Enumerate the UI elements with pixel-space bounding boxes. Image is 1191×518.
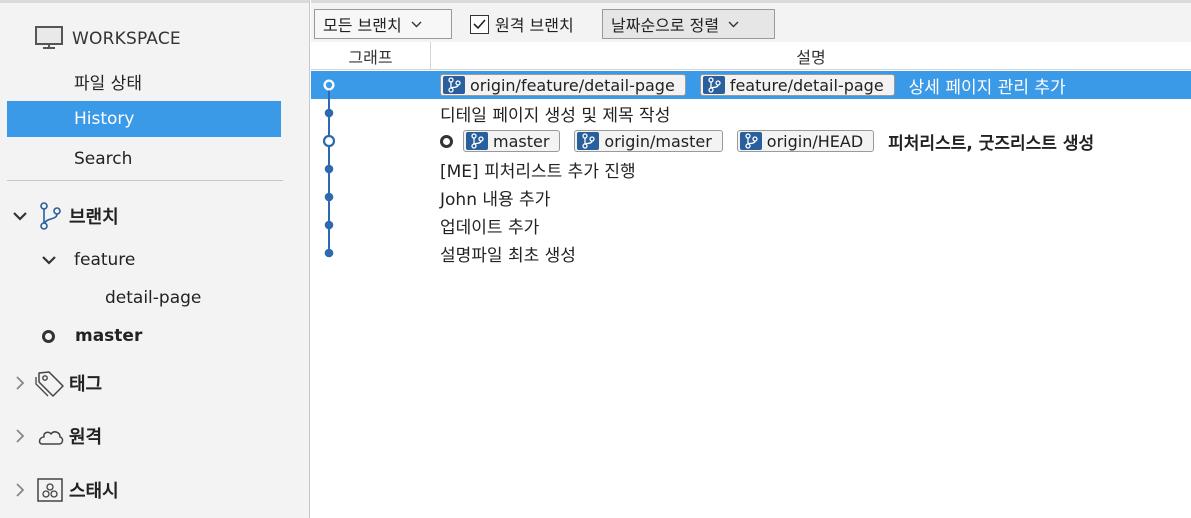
stash-icon [35,475,65,505]
commit-row[interactable]: 업데이트 추가 [311,211,1191,239]
commit-message: John 내용 추가 [440,189,551,210]
section-label: 원격 [69,427,103,448]
commit-message: [ME] 피처리스트 추가 진행 [440,161,636,182]
section-tags[interactable]: 태그 [0,365,102,401]
sidebar-item-file-status[interactable]: 파일 상태 [7,63,281,99]
commit-description: origin/feature/detail-page feature/detail… [440,71,1066,99]
commit-description: 디테일 페이지 생성 및 제목 작성 [440,99,670,127]
commit-row[interactable]: master origin/master origin/HEAD 피처리스트, 굿즈리… [311,127,1191,155]
graph-node [322,134,336,148]
branch-badge-label: origin/feature/detail-page [470,75,675,95]
commit-message: 업데이트 추가 [440,217,540,238]
section-branches[interactable]: 브랜치 [0,198,119,234]
sort-order-value: 날짜순으로 정렬 [611,16,720,35]
branch-icon [577,132,600,150]
section-label: 태그 [69,374,103,395]
commit-description: 업데이트 추가 [440,211,539,239]
branch-item-master[interactable]: master [0,318,142,354]
branch-icon [466,132,488,150]
branch-badge-label: origin/HEAD [766,131,864,151]
branch-badge[interactable]: feature/detail-page [699,74,895,96]
branch-item-detail-page[interactable]: detail-page [0,280,201,316]
tag-icon [35,368,65,398]
commit-message: 피처리스트, 굿즈리스트 생성 [888,133,1095,154]
branch-badge-label: origin/master [604,131,712,151]
branch-icon [739,132,762,150]
column-header-graph[interactable]: 그래프 [311,42,431,70]
sort-order-select[interactable]: 날짜순으로 정렬 [602,9,775,39]
chevron-right-icon[interactable] [11,427,29,445]
graph-node [324,192,334,202]
chevron-down-icon [411,21,422,28]
commit-row[interactable]: 디테일 페이지 생성 및 제목 작성 [311,99,1191,127]
branch-icon [702,76,725,94]
branch-label: detail-page [105,288,202,308]
section-stashes[interactable]: 스태시 [0,472,119,508]
commit-row[interactable]: [ME] 피처리스트 추가 진행 [311,155,1191,183]
branch-badge[interactable]: origin/HEAD [736,130,875,152]
workspace-header: WORKSPACE [34,21,181,57]
commit-message: 설명파일 최초 생성 [440,245,576,266]
chevron-down-icon[interactable] [11,207,29,225]
chevron-down-icon[interactable] [40,251,58,269]
commit-description: [ME] 피처리스트 추가 진행 [440,155,636,183]
graph-node [324,220,334,230]
branch-badge[interactable]: origin/master [574,130,723,152]
remote-branches-toggle[interactable]: 원격 브랜치 [470,11,574,37]
remote-branches-checkbox[interactable] [470,14,489,34]
commit-message: 디테일 페이지 생성 및 제목 작성 [440,105,671,126]
commit-graph [322,79,336,258]
column-headers: 그래프 설명 [311,42,1191,70]
sidebar: WORKSPACE 파일 상태 History Search 브랜치 featu… [0,0,310,518]
commit-row[interactable]: John 내용 추가 [311,183,1191,211]
branch-filter-select[interactable]: 모든 브랜치 [314,9,452,39]
current-head-icon [440,134,453,148]
remote-branches-label: 원격 브랜치 [495,16,574,35]
column-header-label: 설명 [796,48,826,67]
chevron-right-icon[interactable] [11,481,29,499]
column-header-description[interactable]: 설명 [431,42,1191,70]
history-toolbar: 모든 브랜치 원격 브랜치 날짜순으로 정렬 [311,0,1191,42]
cloud-icon [35,421,65,451]
branch-badge[interactable]: origin/feature/detail-page [440,74,686,96]
graph-node [324,164,334,174]
branch-icon [35,201,65,231]
graph-node [324,108,334,118]
commit-row[interactable]: 설명파일 최초 생성 [311,239,1191,267]
branch-folder-label: feature [74,250,136,270]
section-label: 스태시 [69,481,119,502]
sidebar-item-history[interactable]: History [7,101,281,137]
commit-message: 상세 페이지 관리 추가 [908,77,1066,98]
sidebar-item-label: 파일 상태 [74,73,142,94]
sidebar-item-search[interactable]: Search [7,141,281,177]
branch-filter-value: 모든 브랜치 [323,16,402,35]
branch-badge-label: feature/detail-page [729,75,884,95]
commit-list: origin/feature/detail-page feature/detail… [311,71,1191,518]
sidebar-item-label: History [74,109,135,129]
commit-description: master origin/master origin/HEAD 피처리스트, 굿즈리… [440,127,1094,155]
sidebar-divider [7,180,283,181]
section-remotes[interactable]: 원격 [0,418,102,454]
branch-label: master [75,326,143,346]
branch-badge-label: master [493,131,550,151]
branch-icon [443,76,465,94]
chevron-down-icon [728,21,739,28]
column-header-label: 그래프 [348,48,393,67]
sidebar-item-label: Search [74,149,133,169]
graph-node-inner [325,81,333,89]
branch-badge[interactable]: master [463,130,561,152]
section-label: 브랜치 [69,207,119,228]
monitor-icon [34,25,66,53]
workspace-label: WORKSPACE [72,29,181,49]
chevron-right-icon[interactable] [11,374,29,392]
graph-node [324,248,334,258]
commit-row[interactable]: origin/feature/detail-page feature/detail… [311,71,1191,99]
current-branch-icon [42,329,55,343]
commit-description: 설명파일 최초 생성 [440,239,576,267]
branch-folder-feature[interactable]: feature [0,242,135,278]
commit-description: John 내용 추가 [440,183,550,211]
